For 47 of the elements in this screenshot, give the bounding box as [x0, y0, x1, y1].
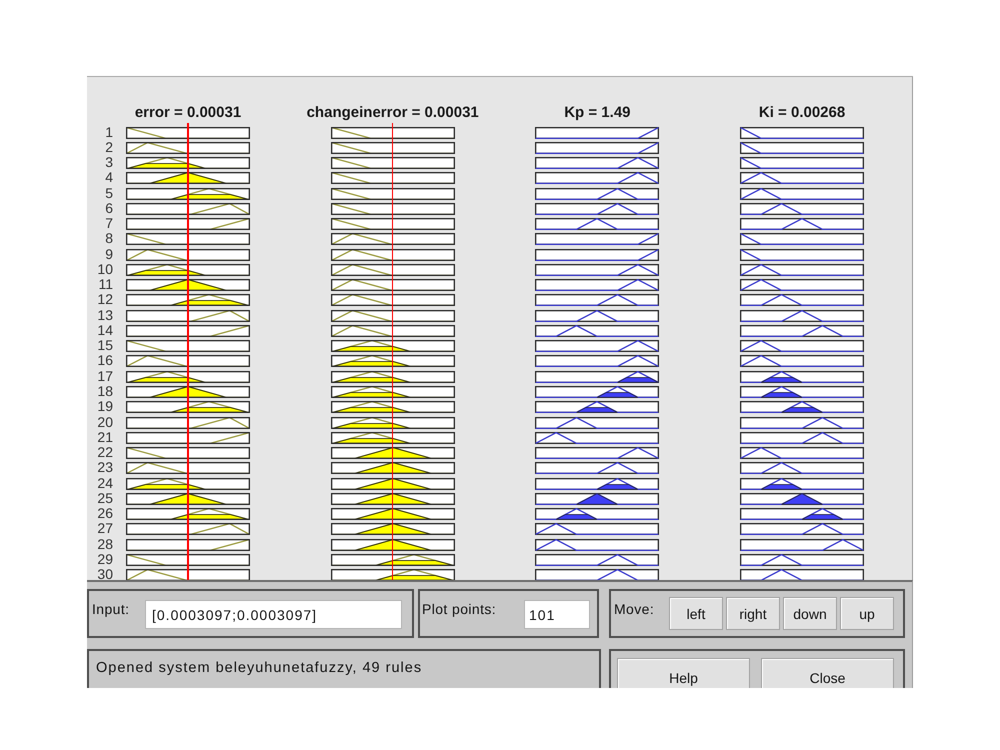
rule-number: 7: [104, 217, 114, 230]
rule-number: 17: [96, 370, 114, 382]
rule-number: 11: [97, 278, 114, 290]
rule-number: 22: [96, 446, 114, 458]
move-button[interactable]: left: [669, 597, 723, 630]
rule-number: 3: [104, 156, 114, 168]
variable-title: error = 0.00031: [134, 104, 242, 122]
rule-number: 29: [96, 552, 114, 565]
rule-number: 2: [104, 140, 114, 153]
rule-number: 24: [96, 476, 114, 489]
variable-title: Kp = 1.49: [564, 104, 631, 122]
variable-title: Ki = 0.00268: [758, 104, 846, 122]
rule-number: 18: [96, 385, 114, 398]
rule-number: 21: [96, 430, 114, 443]
input-value-line[interactable]: [187, 123, 189, 580]
rule-number: 12: [96, 293, 114, 306]
dialog-button[interactable]: Close: [761, 658, 894, 688]
rule-number: 8: [104, 232, 114, 244]
rule-number: 5: [104, 186, 114, 199]
rule-number: 4: [104, 171, 114, 184]
rule-number: 1: [104, 126, 114, 138]
input-field[interactable]: [0.0003097;0.0003097]: [145, 600, 402, 629]
dialog-button[interactable]: Help: [617, 658, 750, 688]
move-button[interactable]: right: [726, 597, 780, 630]
variable-title: changeinerror = 0.00031: [306, 104, 479, 122]
rule-number: 10: [96, 262, 114, 275]
rule-number: 20: [96, 416, 114, 428]
rule-number: 9: [104, 248, 114, 260]
status-message: Opened system beleyuhunetafuzzy, 49 rules: [96, 659, 422, 677]
rule-number: 23: [96, 461, 114, 474]
rule-number: 16: [96, 354, 114, 366]
rule-number: 6: [104, 202, 114, 214]
rule-number: 14: [96, 324, 114, 336]
rule-number: 15: [96, 339, 114, 352]
move-button[interactable]: down: [783, 597, 837, 630]
rule-number: 19: [96, 400, 114, 412]
rule-number: 26: [96, 507, 114, 520]
rule-number: 28: [96, 538, 114, 550]
input-label: Input:: [92, 601, 130, 617]
rule-number: 25: [96, 492, 114, 504]
plot-points-field[interactable]: 101: [524, 600, 590, 629]
move-button[interactable]: up: [840, 597, 894, 630]
rule-number: 13: [96, 308, 114, 321]
rule-number: 27: [96, 522, 114, 534]
plot-points-label: Plot points:: [422, 601, 496, 617]
rule-number: 30: [96, 568, 114, 580]
move-label: Move:: [614, 601, 654, 617]
